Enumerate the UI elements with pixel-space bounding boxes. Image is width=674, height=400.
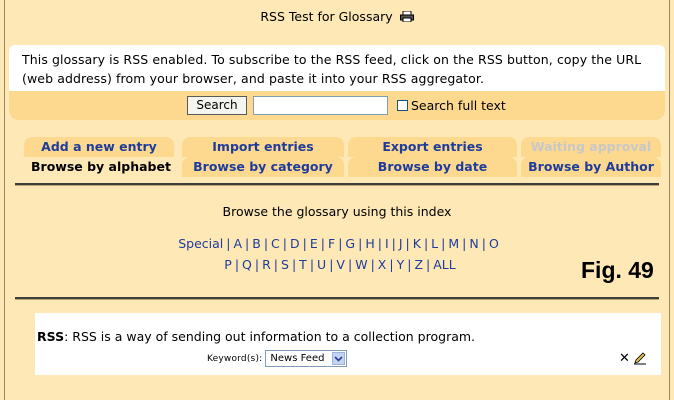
alphabet-separator: | xyxy=(423,236,429,251)
glossary-frame: RSS Test for Glossary This glossary is R… xyxy=(4,0,670,400)
alphabet-separator: | xyxy=(481,236,486,251)
alphabet-link-q[interactable]: Q xyxy=(242,257,252,272)
alphabet-link-s[interactable]: S xyxy=(281,257,289,272)
alphabet-separator: | xyxy=(234,257,240,272)
tab-waiting-approval: Waiting approval xyxy=(521,137,661,157)
alphabet-separator: | xyxy=(462,236,467,251)
alphabet-separator: | xyxy=(273,257,279,272)
content-divider-shadow xyxy=(15,299,659,300)
alphabet-separator: | xyxy=(370,257,375,272)
printer-icon[interactable] xyxy=(399,11,414,22)
alphabet-link-special[interactable]: Special xyxy=(178,236,223,251)
keyword-select[interactable]: News Feed xyxy=(265,350,348,367)
keyword-label: Keyword(s): xyxy=(207,353,263,364)
alphabet-separator: | xyxy=(405,236,410,251)
alphabet-link-c[interactable]: C xyxy=(271,236,280,251)
alphabet-separator: | xyxy=(441,236,446,251)
fulltext-label: Search full text xyxy=(411,98,506,113)
alphabet-link-r[interactable]: R xyxy=(262,257,271,272)
alphabet-link-i[interactable]: I xyxy=(385,236,389,251)
alphabet-link-all[interactable]: ALL xyxy=(433,257,455,272)
alphabet-separator: | xyxy=(391,236,396,251)
search-bar: Search Search full text xyxy=(9,91,665,120)
page-title-row: RSS Test for Glossary xyxy=(5,9,669,24)
alphabet-separator: | xyxy=(254,257,260,272)
alphabet-link-h[interactable]: H xyxy=(365,236,374,251)
alphabet-link-o[interactable]: O xyxy=(489,236,499,251)
alphabet-link-m[interactable]: M xyxy=(448,236,459,251)
alphabet-separator: | xyxy=(309,257,315,272)
alphabet-separator: | xyxy=(320,236,325,251)
alphabet-link-t[interactable]: T xyxy=(299,257,307,272)
alphabet-link-n[interactable]: N xyxy=(469,236,478,251)
alphabet-separator: | xyxy=(389,257,394,272)
chevron-down-icon[interactable] xyxy=(332,352,346,365)
rss-info-box: This glossary is RSS enabled. To subscri… xyxy=(9,45,665,91)
alphabet-link-w[interactable]: W xyxy=(355,257,367,272)
alphabet-link-g[interactable]: G xyxy=(345,236,355,251)
alphabet-separator: | xyxy=(245,236,250,251)
alphabet-link-v[interactable]: V xyxy=(336,257,345,272)
alphabet-link-f[interactable]: F xyxy=(328,236,335,251)
alphabet-link-z[interactable]: Z xyxy=(414,257,423,272)
browse-hint: Browse the glossary using this index xyxy=(222,204,452,219)
alphabet-link-b[interactable]: B xyxy=(252,236,261,251)
alphabet-separator: | xyxy=(347,257,353,272)
alphabet-separator: | xyxy=(426,257,431,272)
alphabet-separator: | xyxy=(329,257,334,272)
alphabet-separator: | xyxy=(377,236,382,251)
alphabet-separator: | xyxy=(282,236,287,251)
keyword-row: Keyword(s): News Feed xyxy=(207,350,348,367)
alphabet-separator: | xyxy=(226,236,231,251)
alphabet-separator: | xyxy=(407,257,412,272)
alphabet-link-x[interactable]: X xyxy=(378,257,387,272)
alphabet-link-y[interactable]: Y xyxy=(397,257,405,272)
tab-divider-shadow xyxy=(15,185,659,186)
alphabet-separator: | xyxy=(291,257,297,272)
tab-export-entries[interactable]: Export entries xyxy=(348,137,517,157)
figure-label: Fig. 49 xyxy=(581,257,654,283)
fulltext-checkbox[interactable] xyxy=(397,100,408,111)
alphabet-link-e[interactable]: E xyxy=(310,236,318,251)
edit-icon[interactable] xyxy=(633,351,647,365)
rss-info-text: This glossary is RSS enabled. To subscri… xyxy=(22,52,642,86)
fulltext-option[interactable]: Search full text xyxy=(397,96,506,115)
tab-browse-date[interactable]: Browse by date xyxy=(348,157,517,177)
tab-import-entries[interactable]: Import entries xyxy=(182,137,344,157)
alphabet-separator: | xyxy=(358,236,363,251)
alphabet-index-line1: Special | A | B | C | D | E | F | G | H | I | J | K | L | M | N | O xyxy=(8,236,669,251)
alphabet-link-a[interactable]: A xyxy=(233,236,242,251)
alphabet-link-k[interactable]: K xyxy=(413,236,421,251)
alphabet-link-p[interactable]: P xyxy=(224,257,232,272)
alphabet-link-u[interactable]: U xyxy=(317,257,326,272)
alphabet-link-d[interactable]: D xyxy=(290,236,300,251)
tab-add-entry[interactable]: Add a new entry xyxy=(24,137,174,157)
search-button[interactable]: Search xyxy=(187,96,247,115)
delete-icon[interactable]: ✕ xyxy=(619,352,630,365)
glossary-entry: RSS: RSS is a way of sending out informa… xyxy=(35,313,661,375)
page-title: RSS Test for Glossary xyxy=(260,9,393,24)
tab-browse-category[interactable]: Browse by category xyxy=(182,157,344,177)
alphabet-link-j[interactable]: J xyxy=(399,236,403,251)
tab-browse-author[interactable]: Browse by Author xyxy=(521,157,661,177)
tab-browse-alphabet[interactable]: Browse by alphabet xyxy=(24,157,178,177)
alphabet-separator: | xyxy=(263,236,269,251)
entry-definition-text: : RSS is a way of sending out informatio… xyxy=(64,329,476,344)
alphabet-index-line2: P | Q | R | S | T | U | V | W | X | Y | Z | ALL xyxy=(11,257,669,272)
alphabet-separator: | xyxy=(302,236,307,251)
entry-definition: RSS: RSS is a way of sending out informa… xyxy=(37,329,475,344)
entry-concept: RSS xyxy=(37,329,65,344)
search-input[interactable] xyxy=(253,96,388,115)
alphabet-link-l[interactable]: L xyxy=(431,236,438,251)
keyword-selected-value: News Feed xyxy=(270,353,325,364)
alphabet-separator: | xyxy=(338,236,343,251)
